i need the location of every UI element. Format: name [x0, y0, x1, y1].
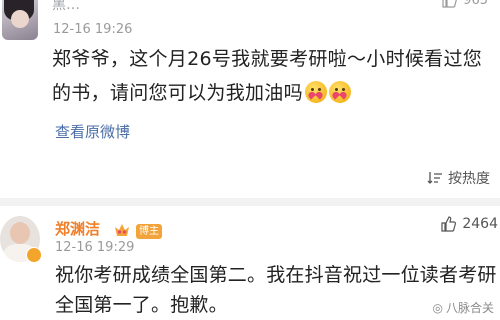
sort-label: 按热度: [448, 171, 490, 187]
emoji-icon: [328, 81, 351, 103]
sort-by-hot-button[interactable]: 按热度: [427, 168, 490, 188]
comment-text: 郑爷爷，这个月26号我就要考研啦～小时候看过您的书，请问您可以为我加油吗: [52, 48, 483, 104]
section-divider: [0, 198, 500, 206]
thumb-up-icon: [441, 216, 457, 232]
fan-medal-icon: [115, 224, 129, 236]
like-count: 965: [463, 0, 488, 8]
like-button[interactable]: 965: [441, 0, 488, 8]
author-username[interactable]: 郑渊洁: [55, 218, 100, 239]
user-avatar[interactable]: [2, 0, 38, 40]
emoji-icon: [304, 81, 327, 103]
watermark-logo-icon: ◎: [432, 300, 443, 315]
sort-icon: [427, 172, 442, 184]
comment-username[interactable]: 黑…: [52, 0, 80, 14]
watermark: ◎ 八脉合关: [432, 300, 495, 316]
verified-icon: [26, 247, 42, 263]
like-button[interactable]: 2464: [440, 216, 498, 232]
thumb-up-icon: [442, 0, 458, 8]
view-original-link[interactable]: 查看原微博: [55, 121, 130, 142]
comment-time: 12-16 19:26: [53, 22, 133, 37]
author-badge: 博主: [136, 224, 162, 239]
comment-time: 12-16 19:29: [55, 240, 135, 255]
like-count: 2464: [462, 216, 498, 232]
